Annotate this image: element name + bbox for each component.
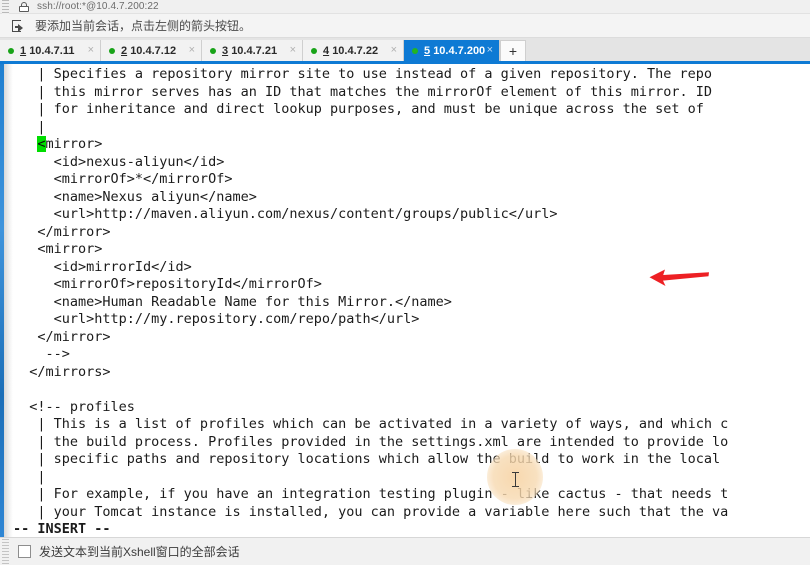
tab-label: 5 10.4.7.200 [424,45,485,57]
terminal-line: | For example, if you have an integratio… [13,486,729,502]
title-bar: ssh://root:*@10.4.7.200:22 [0,0,810,14]
tab-10-4-7-11[interactable]: 1 10.4.7.11 × [0,40,101,61]
notice-bar: 要添加当前会话，点击左侧的箭头按钮。 [0,14,810,38]
tab-bar-empty-area [526,40,810,61]
tab-index: 3 [222,44,229,57]
terminal-line: | for inheritance and direct lookup purp… [13,101,712,117]
tab-status-dot [311,47,317,54]
terminal-line: <id>nexus-aliyun</id> [13,153,225,170]
terminal-line: | [13,468,46,485]
session-url-title: ssh://root:*@10.4.7.200:22 [37,1,159,12]
send-to-all-sessions-label: 发送文本到当前Xshell窗口的全部会话 [39,545,240,559]
tab-close-icon[interactable]: × [391,44,397,56]
terminal-line: <mirrorOf>repositoryId</mirrorOf> [13,276,322,292]
tab-10-4-7-21[interactable]: 3 10.4.7.21 × [202,40,303,61]
terminal-line: | your Tomcat instance is installed, you… [13,503,729,520]
terminal-line: | Specifies a repository mirror site to … [13,66,712,82]
tab-index: 4 [323,44,330,57]
tab-index: 5 [424,44,431,57]
session-tab-bar: 1 10.4.7.11 × 2 10.4.7.12 × 3 10.4.7.21 … [0,38,810,61]
new-tab-button[interactable]: + [500,40,526,61]
terminal-line: | [13,118,46,135]
tab-status-dot [8,47,14,54]
terminal-line: | specific paths and repository location… [13,451,729,467]
lock-icon [17,1,31,13]
tab-host: 10.4.7.200 [433,44,486,57]
terminal-line: | This is a list of profiles which can b… [13,416,729,432]
vim-mode-indicator: -- INSERT -- [13,521,111,537]
status-bar-grip-handle[interactable] [2,538,9,565]
terminal-line: </mirror> [13,223,111,240]
terminal-block-cursor: < [37,136,46,152]
xshell-window: ssh://root:*@10.4.7.200:22 要添加当前会话，点击左侧的… [0,0,810,565]
tab-10-4-7-200[interactable]: 5 10.4.7.200 × [404,40,500,61]
tab-host: 10.4.7.11 [29,44,75,57]
terminal-line: <id>mirrorId</id> [13,258,192,275]
terminal-line: </mirrors> [13,363,111,380]
add-session-arrow-icon[interactable] [12,19,28,33]
tab-close-icon[interactable]: × [290,44,296,56]
notice-text: 要添加当前会话，点击左侧的箭头按钮。 [35,19,252,33]
tab-status-dot [210,47,216,54]
terminal-line: | the build process. Profiles provided i… [13,433,729,450]
tab-10-4-7-12[interactable]: 2 10.4.7.12 × [101,40,202,61]
terminal-line: | this mirror serves has an ID that matc… [13,83,712,100]
tab-close-icon[interactable]: × [487,44,493,56]
tab-index: 2 [121,44,128,57]
tab-host: 10.4.7.22 [332,44,379,57]
terminal-line: <mirrorOf>*</mirrorOf> [13,171,233,187]
terminal-line: <url>http://maven.aliyun.com/nexus/conte… [13,206,558,222]
tab-index: 1 [20,44,27,57]
terminal-line: <mirror> [37,136,103,152]
tab-status-dot [412,47,418,54]
send-to-all-sessions-checkbox[interactable] [18,545,31,558]
tab-label: 1 10.4.7.11 [20,45,74,57]
terminal-line: <url>http://my.repository.com/repo/path<… [13,311,420,327]
terminal-text-buffer[interactable]: | Specifies a repository mirror site to … [13,64,810,537]
tab-close-icon[interactable]: × [189,44,195,56]
terminal-left-shadow [4,64,13,537]
toolbar-grip-handle[interactable] [2,0,9,14]
terminal-line: <name>Nexus aliyun</name> [13,188,257,205]
tab-status-dot [109,47,115,54]
terminal-line: <name>Human Readable Name for this Mirro… [13,293,452,310]
tab-label: 2 10.4.7.12 [121,45,176,57]
tab-10-4-7-22[interactable]: 4 10.4.7.22 × [303,40,404,61]
tab-label: 3 10.4.7.21 [222,45,277,57]
terminal-line: --> [13,346,70,362]
terminal-line: <!-- profiles [13,398,135,415]
tab-host: 10.4.7.21 [231,44,278,57]
terminal-line: <mirror> [13,241,103,257]
tab-close-icon[interactable]: × [88,44,94,56]
tab-label: 4 10.4.7.22 [323,45,378,57]
tab-host: 10.4.7.12 [130,44,177,57]
status-bar: 发送文本到当前Xshell窗口的全部会话 [0,537,810,565]
terminal-area[interactable]: | Specifies a repository mirror site to … [0,64,810,537]
terminal-line: </mirror> [13,328,111,345]
